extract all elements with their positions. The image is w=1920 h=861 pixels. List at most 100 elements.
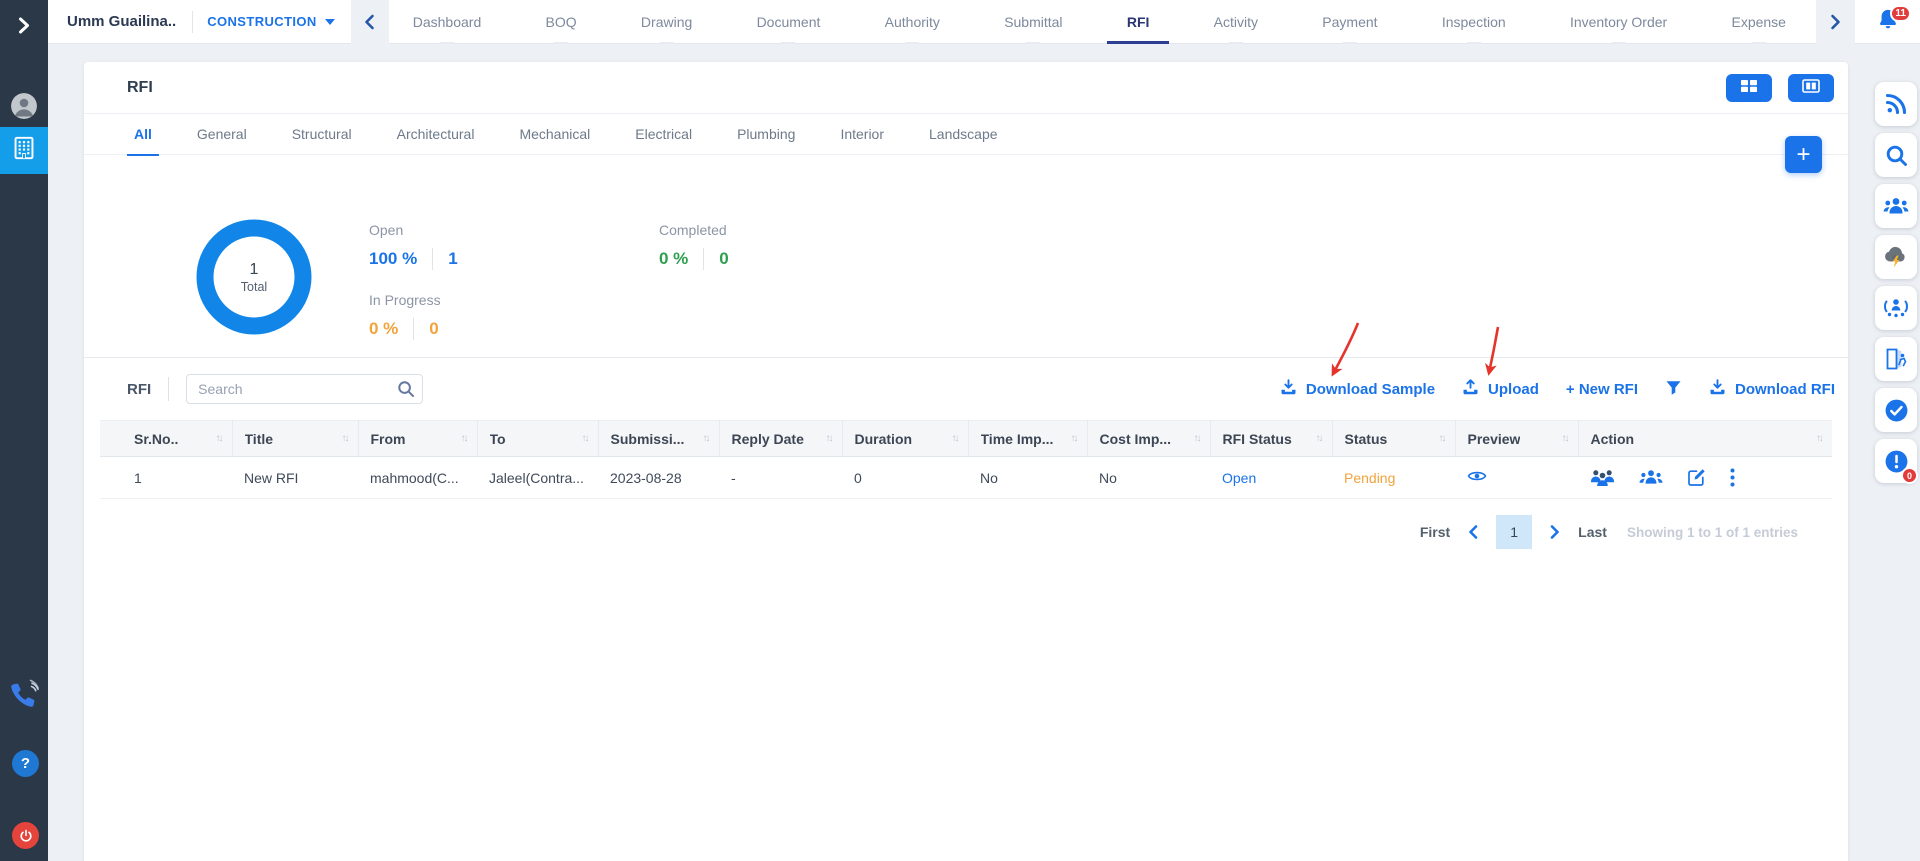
user-avatar[interactable] xyxy=(11,93,37,119)
pagination-first[interactable]: First xyxy=(1420,524,1450,540)
sidebar-expand-chevron-icon[interactable] xyxy=(0,13,48,37)
category-tab-general[interactable]: General xyxy=(197,114,247,155)
column-header-to[interactable]: To ↑↓ xyxy=(477,420,599,457)
tab-activity[interactable]: Activity xyxy=(1214,0,1258,44)
download-sample-button[interactable]: Download Sample xyxy=(1280,379,1435,399)
help-icon[interactable]: ? xyxy=(12,750,39,777)
preview-eye-button[interactable] xyxy=(1467,469,1487,483)
category-tab-electrical[interactable]: Electrical xyxy=(635,114,692,155)
storm-weather-icon[interactable] xyxy=(1875,235,1917,279)
sort-icon[interactable]: ↑↓ xyxy=(1562,433,1568,444)
pagination-summary: Showing 1 to 1 of 1 entries xyxy=(1626,524,1798,540)
column-header-from[interactable]: From ↑↓ xyxy=(358,420,478,457)
download-rfi-button[interactable]: Download RFI xyxy=(1709,379,1835,399)
users-icon[interactable] xyxy=(1875,184,1917,228)
cell-rfi-status[interactable]: Open xyxy=(1210,456,1332,499)
sort-icon[interactable]: ↑↓ xyxy=(1316,433,1322,444)
tab-inventory-order[interactable]: Inventory Order xyxy=(1570,0,1667,44)
rss-feed-icon[interactable] xyxy=(1875,82,1917,126)
category-tab-all[interactable]: All xyxy=(127,114,159,156)
search-icon[interactable] xyxy=(1875,133,1917,177)
add-button[interactable]: + xyxy=(1785,136,1822,173)
search-input[interactable] xyxy=(186,374,424,404)
edit-button[interactable] xyxy=(1687,468,1706,487)
column-header-status[interactable]: Status ↑↓ xyxy=(1332,420,1456,457)
tab-document[interactable]: Document xyxy=(757,0,820,44)
in-progress-percent: 0 % xyxy=(369,319,399,338)
column-header-reply-date[interactable]: Reply Date ↑↓ xyxy=(719,420,843,457)
sort-icon[interactable]: ↑↓ xyxy=(342,433,348,444)
sort-icon[interactable]: ↑↓ xyxy=(216,433,222,444)
team-users-button[interactable] xyxy=(1639,469,1663,486)
column-header-rfi-status[interactable]: RFI Status ↑↓ xyxy=(1210,420,1333,457)
cell-sr-no: 1 xyxy=(100,456,232,499)
pagination-next-chevron[interactable] xyxy=(1550,525,1560,539)
category-tab-landscape[interactable]: Landscape xyxy=(929,114,998,155)
filter-funnel-icon xyxy=(1665,380,1682,399)
pagination: First 1 Last Showing 1 to 1 of 1 entries xyxy=(84,515,1798,549)
column-header-cost-impact[interactable]: Cost Imp... ↑↓ xyxy=(1087,420,1211,457)
tab-boq[interactable]: BOQ xyxy=(546,0,577,44)
tabs-scroll-right-button[interactable] xyxy=(1816,0,1854,44)
category-tab-structural[interactable]: Structural xyxy=(292,114,352,155)
sort-icon[interactable]: ↑↓ xyxy=(952,433,958,444)
column-header-preview[interactable]: Preview ↑↓ xyxy=(1455,420,1579,457)
category-tab-mechanical[interactable]: Mechanical xyxy=(519,114,590,155)
power-logout-icon[interactable] xyxy=(12,822,39,849)
filter-button[interactable] xyxy=(1665,380,1682,399)
total-count: 1 xyxy=(249,260,259,278)
category-tab-plumbing[interactable]: Plumbing xyxy=(737,114,795,155)
alert-circle-icon[interactable]: 0 xyxy=(1875,439,1918,484)
card-header: RFI xyxy=(84,62,1848,114)
sidebar-item-projects[interactable] xyxy=(0,127,48,174)
more-kebab-button[interactable] xyxy=(1730,468,1735,487)
sort-icon[interactable]: ↑↓ xyxy=(826,433,832,444)
door-exit-icon[interactable] xyxy=(1875,337,1917,381)
sort-icon[interactable]: ↑↓ xyxy=(1439,433,1445,444)
check-circle-icon[interactable] xyxy=(1875,388,1917,432)
tab-payment[interactable]: Payment xyxy=(1322,0,1378,44)
category-tab-architectural[interactable]: Architectural xyxy=(397,114,475,155)
cell-from: mahmood(C... xyxy=(358,456,477,499)
page-title: RFI xyxy=(127,78,153,96)
tabs-scroll-left-button[interactable] xyxy=(350,0,389,44)
pagination-prev-chevron[interactable] xyxy=(1468,525,1478,539)
pagination-last[interactable]: Last xyxy=(1578,524,1607,540)
tab-authority[interactable]: Authority xyxy=(885,0,940,44)
column-header-action[interactable]: Action ↑↓ xyxy=(1578,420,1832,457)
module-selector[interactable]: CONSTRUCTION xyxy=(193,14,351,29)
completed-label: Completed xyxy=(659,222,727,238)
upload-button[interactable]: Upload xyxy=(1462,379,1539,399)
completed-stat: Completed 0 % 0 xyxy=(659,222,729,270)
column-header-duration[interactable]: Duration ↑↓ xyxy=(842,420,969,457)
tab-drawing[interactable]: Drawing xyxy=(641,0,692,44)
right-quick-access-rail: 0 xyxy=(1875,82,1918,484)
column-header-sr-no[interactable]: Sr.No.. ↑↓ xyxy=(100,420,233,457)
new-rfi-button[interactable]: + New RFI xyxy=(1566,381,1638,398)
tab-rfi[interactable]: RFI xyxy=(1107,0,1169,44)
column-view-button[interactable] xyxy=(1788,73,1834,102)
column-header-submission[interactable]: Submissi... ↑↓ xyxy=(598,420,720,457)
tab-expense[interactable]: Expense xyxy=(1731,0,1786,44)
column-header-title[interactable]: Title ↑↓ xyxy=(232,420,359,457)
meeting-icon[interactable] xyxy=(1875,286,1917,330)
notifications-bell[interactable]: 11 xyxy=(1854,0,1920,44)
phone-support-icon[interactable] xyxy=(9,678,39,710)
grid-view-button[interactable] xyxy=(1726,73,1772,102)
cell-preview xyxy=(1455,456,1578,499)
sort-icon[interactable]: ↑↓ xyxy=(1816,433,1822,444)
category-tab-interior[interactable]: Interior xyxy=(840,114,884,155)
download-icon xyxy=(1709,379,1726,399)
sort-icon[interactable]: ↑↓ xyxy=(582,433,588,444)
tab-submittal[interactable]: Submittal xyxy=(1004,0,1063,44)
assign-users-button[interactable] xyxy=(1590,468,1615,487)
sort-icon[interactable]: ↑↓ xyxy=(703,433,709,444)
sort-icon[interactable]: ↑↓ xyxy=(461,433,467,444)
tab-inspection[interactable]: Inspection xyxy=(1442,0,1506,44)
sort-icon[interactable]: ↑↓ xyxy=(1194,433,1200,444)
pagination-page-1[interactable]: 1 xyxy=(1496,515,1533,549)
tab-dashboard[interactable]: Dashboard xyxy=(413,0,481,44)
column-header-time-impact[interactable]: Time Imp... ↑↓ xyxy=(968,420,1088,457)
cell-action xyxy=(1578,456,1832,499)
sort-icon[interactable]: ↑↓ xyxy=(1071,433,1077,444)
